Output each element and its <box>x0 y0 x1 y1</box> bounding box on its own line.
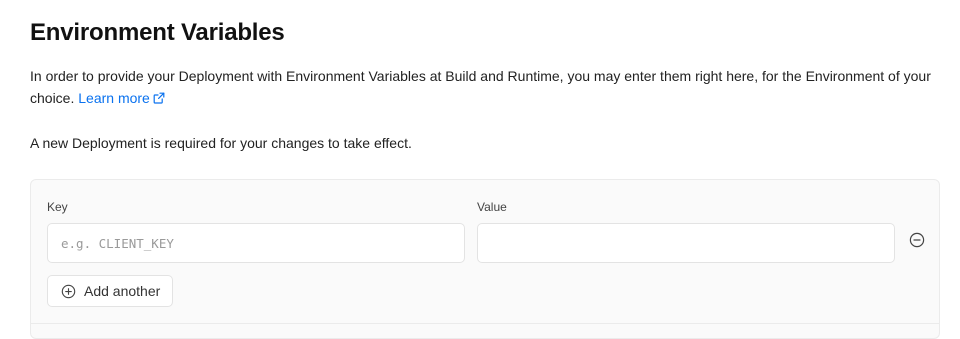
learn-more-label: Learn more <box>78 90 150 106</box>
key-label: Key <box>47 200 68 214</box>
add-another-button[interactable]: Add another <box>47 275 174 307</box>
value-label: Value <box>477 200 507 214</box>
description-text: In order to provide your Deployment with… <box>30 68 931 106</box>
page-description: In order to provide your Deployment with… <box>30 65 942 110</box>
value-input[interactable] <box>477 223 895 263</box>
learn-more-link[interactable]: Learn more <box>78 90 165 106</box>
page-title: Environment Variables <box>30 19 285 46</box>
key-input[interactable] <box>47 223 465 263</box>
env-vars-form: Key Value Add another <box>30 179 940 339</box>
add-another-label: Add another <box>84 283 161 299</box>
remove-row-button[interactable] <box>907 232 927 252</box>
deployment-notice: A new Deployment is required for your ch… <box>30 135 412 151</box>
external-link-icon <box>153 88 165 110</box>
panel-divider <box>31 323 939 324</box>
minus-circle-icon <box>909 232 925 253</box>
plus-circle-icon <box>61 284 76 299</box>
